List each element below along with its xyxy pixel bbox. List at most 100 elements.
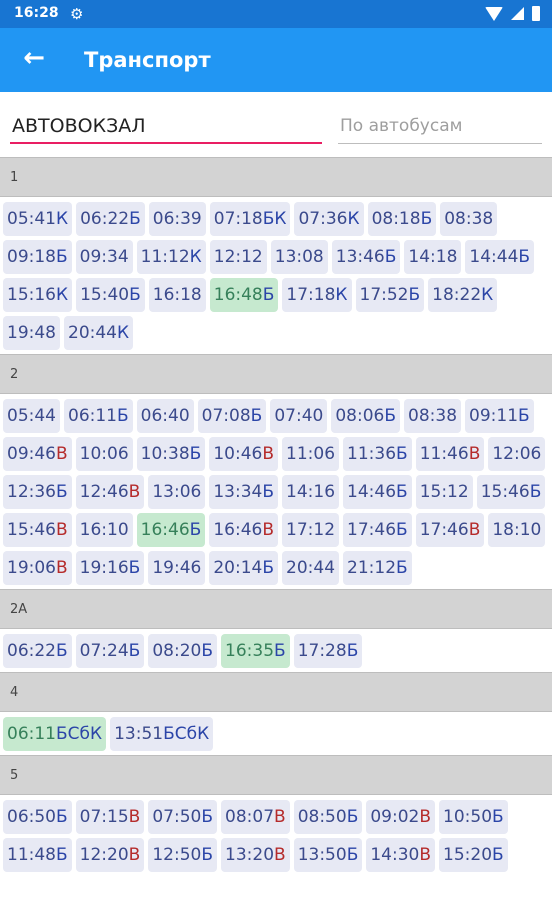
departure-chip[interactable]: 08:20Б xyxy=(148,634,218,668)
departure-time: 17:28 xyxy=(297,641,347,661)
departure-chip[interactable]: 06:50Б xyxy=(3,800,72,834)
departure-chip[interactable]: 19:48 xyxy=(3,316,60,350)
departure-chip[interactable]: 12:46В xyxy=(75,475,145,509)
departure-chip[interactable]: 14:16 xyxy=(282,475,340,509)
departure-chip[interactable]: 20:44К xyxy=(64,316,134,350)
departure-chip[interactable]: 14:30В xyxy=(366,838,436,872)
departure-chip[interactable]: 14:46Б xyxy=(343,475,412,509)
departure-chip[interactable]: 15:12 xyxy=(415,475,473,509)
departure-chip-next[interactable]: 16:46Б xyxy=(136,513,206,547)
departure-chip[interactable]: 06:22Б xyxy=(76,202,145,236)
departure-chip[interactable]: 07:50Б xyxy=(148,800,218,834)
departure-chip[interactable]: 20:44 xyxy=(282,551,340,585)
departure-chip[interactable]: 17:18К xyxy=(282,278,352,312)
departure-chip[interactable]: 12:50Б xyxy=(148,838,218,872)
departure-time: 12:12 xyxy=(213,247,263,267)
departure-chip[interactable]: 12:12 xyxy=(209,240,267,274)
departure-suffix: Б xyxy=(201,845,214,865)
departure-chip[interactable]: 07:08Б xyxy=(197,399,267,433)
departure-chip[interactable]: 05:44 xyxy=(3,399,60,433)
departure-suffix: К xyxy=(56,209,69,229)
departure-time: 06:39 xyxy=(152,209,202,229)
departure-chip[interactable]: 09:02В xyxy=(366,800,436,834)
departure-chip[interactable]: 18:10 xyxy=(488,513,546,547)
departure-chip[interactable]: 09:11Б xyxy=(465,399,534,433)
departure-chip[interactable]: 19:46 xyxy=(148,551,206,585)
departure-chip[interactable]: 12:06 xyxy=(488,437,546,471)
departure-chip[interactable]: 08:18Б xyxy=(367,202,437,236)
departure-chip[interactable]: 08:06Б xyxy=(331,399,401,433)
departure-chip[interactable]: 10:38Б xyxy=(136,437,206,471)
departure-chip[interactable]: 13:46Б xyxy=(331,240,401,274)
departure-chip[interactable]: 06:39 xyxy=(148,202,206,236)
departure-chip[interactable]: 13:20В xyxy=(221,838,290,872)
departure-chip[interactable]: 15:16К xyxy=(3,278,73,312)
departure-chip[interactable]: 11:36Б xyxy=(343,437,412,471)
departure-chip[interactable]: 11:06 xyxy=(282,437,340,471)
departure-chip[interactable]: 06:11Б xyxy=(64,399,133,433)
departure-time: 10:46 xyxy=(213,444,263,464)
departure-chip[interactable]: 13:06 xyxy=(148,475,206,509)
arrow-left-icon[interactable]: ← xyxy=(18,42,50,74)
departure-chip[interactable]: 11:46В xyxy=(415,437,485,471)
departure-chip[interactable]: 05:41К xyxy=(3,202,73,236)
departure-chip[interactable]: 07:15В xyxy=(75,800,145,834)
departure-suffix: В xyxy=(274,845,286,865)
departure-chip[interactable]: 12:36Б xyxy=(3,475,72,509)
departure-chip[interactable]: 07:36К xyxy=(294,202,364,236)
departure-chip[interactable]: 06:40 xyxy=(136,399,194,433)
departure-time: 13:08 xyxy=(274,247,324,267)
departure-chip[interactable]: 17:52Б xyxy=(355,278,425,312)
departure-chip[interactable]: 12:20В xyxy=(75,838,145,872)
departure-chip[interactable]: 11:48Б xyxy=(3,838,72,872)
departure-chip[interactable]: 08:50Б xyxy=(293,800,363,834)
departure-chip[interactable]: 08:38 xyxy=(404,399,462,433)
departure-chip[interactable]: 18:22К xyxy=(428,278,498,312)
departure-chip[interactable]: 16:18 xyxy=(148,278,206,312)
departure-chip[interactable]: 09:34 xyxy=(75,240,133,274)
departure-chip[interactable]: 16:10 xyxy=(75,513,133,547)
departure-list: 06:22Б 07:24Б 08:20Б 16:35Б 17:28Б xyxy=(0,629,552,672)
departure-chip[interactable]: 15:46Б xyxy=(476,475,546,509)
departure-chip[interactable]: 08:07В xyxy=(221,800,290,834)
departure-chip-next[interactable]: 06:11БСбК xyxy=(3,717,107,751)
departure-time: 17:12 xyxy=(286,520,336,540)
signal-icon xyxy=(511,7,524,20)
bus-filter-input[interactable]: По автобусам xyxy=(338,112,542,144)
departure-chip[interactable]: 10:06 xyxy=(75,437,133,471)
departure-chip[interactable]: 17:28Б xyxy=(293,634,363,668)
departure-chip[interactable]: 19:06В xyxy=(3,551,72,585)
departure-chip[interactable]: 20:14Б xyxy=(209,551,279,585)
departure-suffix: Б xyxy=(262,482,275,502)
departure-chip[interactable]: 07:40 xyxy=(270,399,328,433)
departure-chip[interactable]: 15:40Б xyxy=(76,278,145,312)
departure-chip[interactable]: 10:46В xyxy=(209,437,279,471)
departure-chip[interactable]: 15:46В xyxy=(3,513,72,547)
departure-chip[interactable]: 16:46В xyxy=(209,513,279,547)
departure-chip[interactable]: 14:18 xyxy=(404,240,462,274)
departure-chip[interactable]: 09:46В xyxy=(3,437,72,471)
departure-chip[interactable]: 13:50Б xyxy=(293,838,363,872)
departure-suffix: Б xyxy=(56,807,68,827)
departure-chip-next[interactable]: 16:35Б xyxy=(221,634,290,668)
departure-suffix: Б xyxy=(189,444,202,464)
departure-chip[interactable]: 11:12К xyxy=(136,240,206,274)
departure-chip[interactable]: 14:44Б xyxy=(465,240,535,274)
departure-chip[interactable]: 07:24Б xyxy=(75,634,145,668)
departure-chip[interactable]: 06:22Б xyxy=(3,634,72,668)
departure-chip[interactable]: 17:12 xyxy=(282,513,340,547)
departure-chip[interactable]: 13:08 xyxy=(270,240,328,274)
departure-chip[interactable]: 13:34Б xyxy=(209,475,279,509)
departure-chip[interactable]: 09:18Б xyxy=(3,240,72,274)
departure-chip[interactable]: 15:20Б xyxy=(439,838,508,872)
departure-chip[interactable]: 10:50Б xyxy=(439,800,508,834)
departure-chip[interactable]: 17:46Б xyxy=(343,513,412,547)
departure-chip-next[interactable]: 16:48Б xyxy=(209,278,279,312)
departure-chip[interactable]: 13:51БСбК xyxy=(110,717,214,751)
departure-chip[interactable]: 21:12Б xyxy=(343,551,412,585)
departure-chip[interactable]: 19:16Б xyxy=(75,551,145,585)
departure-chip[interactable]: 07:18БК xyxy=(209,202,291,236)
stop-input[interactable]: АВТОВОКЗАЛ xyxy=(10,112,322,144)
departure-chip[interactable]: 08:38 xyxy=(440,202,498,236)
departure-chip[interactable]: 17:46В xyxy=(415,513,485,547)
